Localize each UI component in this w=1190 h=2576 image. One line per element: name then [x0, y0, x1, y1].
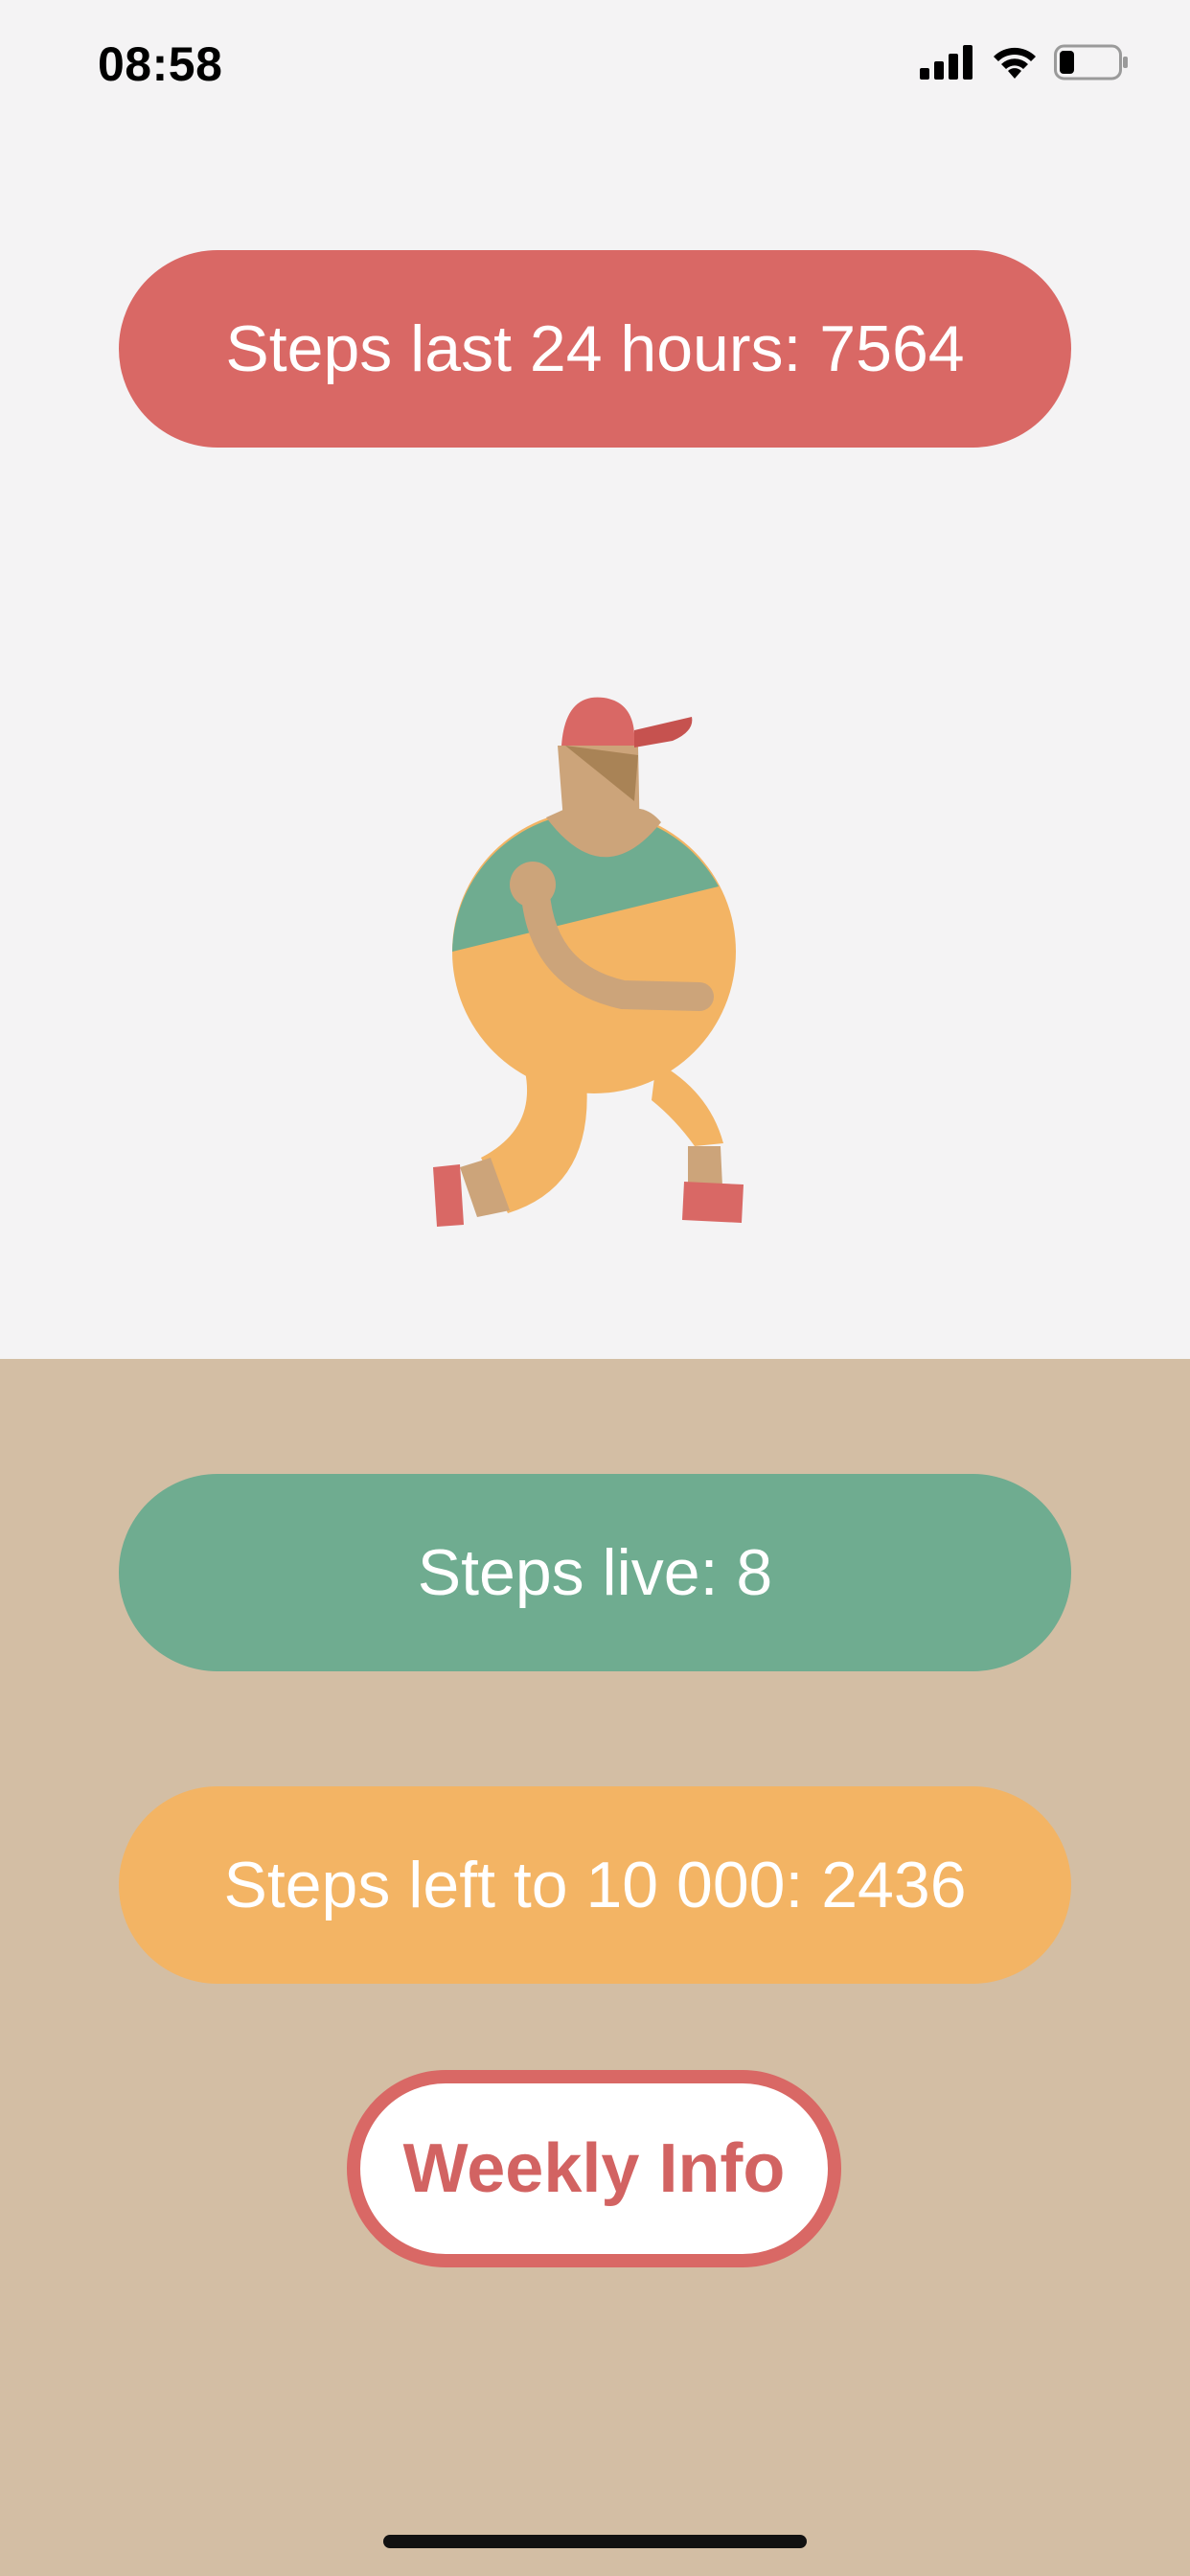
steps-left-label: Steps left to 10 000: 2436 [223, 1849, 967, 1921]
home-indicator[interactable] [383, 2535, 807, 2548]
steps-live-label: Steps live: 8 [417, 1536, 773, 1609]
weekly-info-button[interactable]: Weekly Info [347, 2070, 841, 2267]
steps-last-24h-pill: Steps last 24 hours: 7564 [119, 250, 1071, 448]
status-bar: 08:58 [0, 0, 1190, 126]
weekly-info-label: Weekly Info [402, 2130, 786, 2207]
battery-icon [1054, 44, 1128, 80]
runner-figure [433, 697, 744, 1227]
signal-icon [920, 45, 973, 80]
steps-left-pill: Steps left to 10 000: 2436 [119, 1786, 1071, 1984]
status-icons [920, 42, 1129, 82]
runner-illustration [422, 688, 767, 1234]
status-time: 08:58 [98, 37, 223, 91]
steps-last-24h-label: Steps last 24 hours: 7564 [225, 312, 965, 385]
wifi-icon [994, 47, 1036, 79]
steps-live-pill: Steps live: 8 [119, 1474, 1071, 1671]
